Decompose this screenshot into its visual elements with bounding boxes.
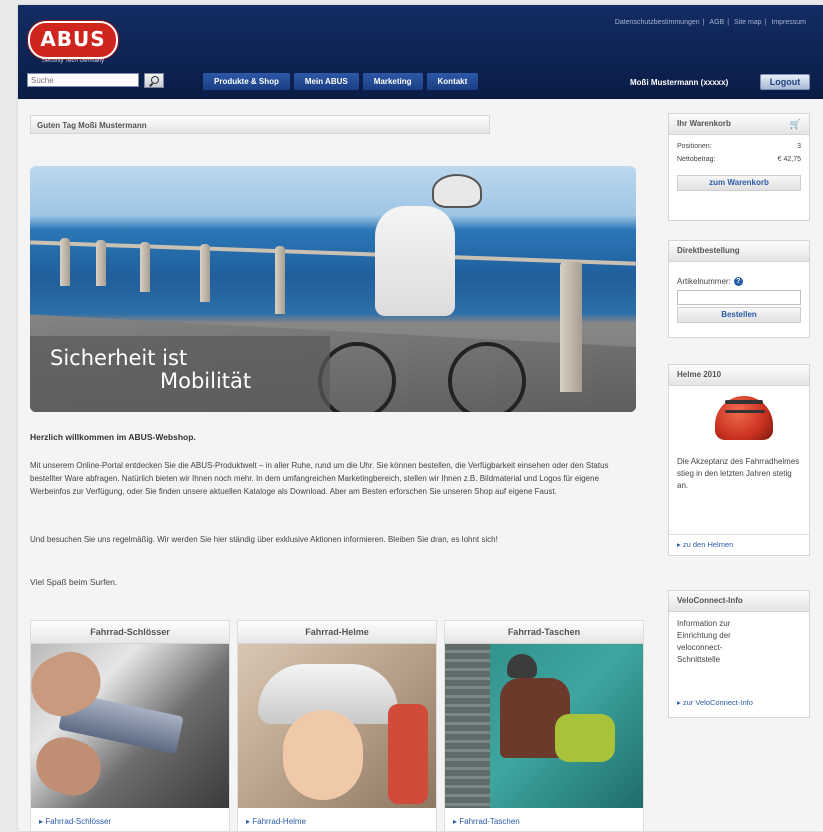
product-box-title: Fahrrad-Schlösser [31,621,229,644]
logo-tagline: Security Tech Germany [41,58,105,64]
product-link-label: Fahrrad-Helme [252,817,307,826]
nav-produkte-shop[interactable]: Produkte & Shop [203,73,290,90]
product-box-title: Fahrrad-Taschen [445,621,643,644]
nav-kontakt[interactable]: Kontakt [426,73,479,90]
hero-rider-helmet [432,174,482,208]
hero-post [96,240,106,286]
cart-net-value: € 42,75 [777,156,801,163]
closing-text: Viel Spaß beim Surfen. [30,577,118,587]
direct-order-title: Direktbestellung [669,241,809,262]
top-link-agb[interactable]: AGB [709,19,724,26]
cart-positions-value: 3 [797,143,801,150]
product-link-helme[interactable]: ▸ Fahrrad-Helme [246,817,306,826]
cart-net-label: Nettobetrag: [677,156,716,163]
product-link-label: Fahrrad-Taschen [459,817,520,826]
site-header: ABUS Security Tech Germany Datenschutzbe… [18,5,823,99]
helmets-text: Die Akzeptanz des Fahrradhelmes stieg in… [677,457,800,490]
helmet-image[interactable] [669,386,809,456]
veloconnect-link[interactable]: ▸ zur VeloConnect-Info [669,693,809,713]
search-input[interactable] [27,73,139,87]
product-box-taschen: Fahrrad-Taschen ▸ Fahrrad-Taschen [444,620,644,832]
article-number-text: Artikelnummer: [677,277,731,286]
veloconnect-text: Information zur Einrichtung der veloconn… [677,619,731,664]
veloconnect-box: VeloConnect-Info Information zur Einrich… [668,590,810,718]
help-icon[interactable]: ? [733,277,743,287]
hero-banner[interactable]: Sicherheit ist Mobilität [30,166,636,412]
product-box-helme: Fahrrad-Helme ▸ Fahrrad-Helme [237,620,437,832]
helmets-box: Helme 2010 Die Akzeptanz des Fahrradhelm… [668,364,810,556]
hero-bike-wheel [448,342,526,412]
veloconnect-link-label: zur VeloConnect-Info [682,698,753,707]
cart-title: Ihr Warenkorb 🛒 [669,114,809,135]
top-links: Datenschutzbestimmungen | AGB | Site map | … [614,19,806,26]
product-box-title: Fahrrad-Helme [238,621,436,644]
info-paragraph: Und besuchen Sie uns regelmäßig. Wir wer… [30,535,498,544]
main-nav: Produkte & Shop Mein ABUS Marketing Kont… [203,73,479,90]
nav-marketing[interactable]: Marketing [362,73,423,90]
helmets-link-text: ▸ zu den Helmen [669,535,809,555]
search-button[interactable] [144,73,164,88]
welcome-heading: Herzlich willkommen im ABUS-Webshop. [30,432,196,442]
nav-mein-abus[interactable]: Mein ABUS [293,73,359,90]
top-link-sitemap[interactable]: Site map [734,19,762,26]
cart-positions-label: Positionen: [677,143,712,150]
article-number-input[interactable] [677,290,801,305]
direct-order-box: Direktbestellung Artikelnummer:? Bestell… [668,240,810,338]
helmets-link[interactable]: ▸ zu den Helmen [669,534,809,555]
intro-paragraph: Mit unserem Online-Portal entdecken Sie … [30,461,609,496]
hero-post [140,242,150,292]
product-link-label: Fahrrad-Schlösser [45,817,112,826]
hero-post [200,244,210,302]
cart-positions-row: Positionen: 3 [669,143,809,150]
hero-headline-1: Sicherheit ist [50,346,188,370]
abus-logo[interactable]: ABUS [28,21,118,59]
product-image-schloesser[interactable] [31,644,229,808]
helmets-title: Helme 2010 [669,365,809,386]
hero-railing [30,240,636,266]
veloconnect-link-text: ▸ zur VeloConnect-Info [669,693,809,713]
logout-button[interactable]: Logout [760,74,810,90]
user-name: Moßi Mustermann (xxxxx) [630,78,729,87]
greeting-bar: Guten Tag Moßi Mustermann [30,115,490,134]
product-link-schloesser[interactable]: ▸ Fahrrad-Schlösser [39,817,111,826]
product-image-taschen[interactable] [445,644,643,808]
top-link-datenschutz[interactable]: Datenschutzbestimmungen [615,19,700,26]
hero-post [275,246,285,314]
cart-title-label: Ihr Warenkorb [677,119,731,128]
logo-text: ABUS [40,27,106,51]
cart-icon: 🛒 [789,119,801,129]
cart-net-row: Nettobetrag: € 42,75 [669,156,809,163]
article-number-label: Artikelnummer:? [669,276,809,288]
product-link-taschen[interactable]: ▸ Fahrrad-Taschen [453,817,520,826]
hero-post [560,262,582,392]
hero-rider [375,206,455,316]
to-cart-button[interactable]: zum Warenkorb [677,175,801,191]
hero-headline-2: Mobilität [160,369,252,393]
helmets-link-label: zu den Helmen [682,540,734,549]
product-box-schloesser: Fahrrad-Schlösser ▸ Fahrrad-Schlösser [30,620,230,832]
order-button[interactable]: Bestellen [677,307,801,323]
cart-box: Ihr Warenkorb 🛒 Positionen: 3 Nettobetra… [668,113,810,221]
hero-post [60,238,70,286]
veloconnect-title: VeloConnect-Info [669,591,809,612]
top-link-impressum[interactable]: Impressum [771,19,806,26]
product-image-helme[interactable] [238,644,436,808]
